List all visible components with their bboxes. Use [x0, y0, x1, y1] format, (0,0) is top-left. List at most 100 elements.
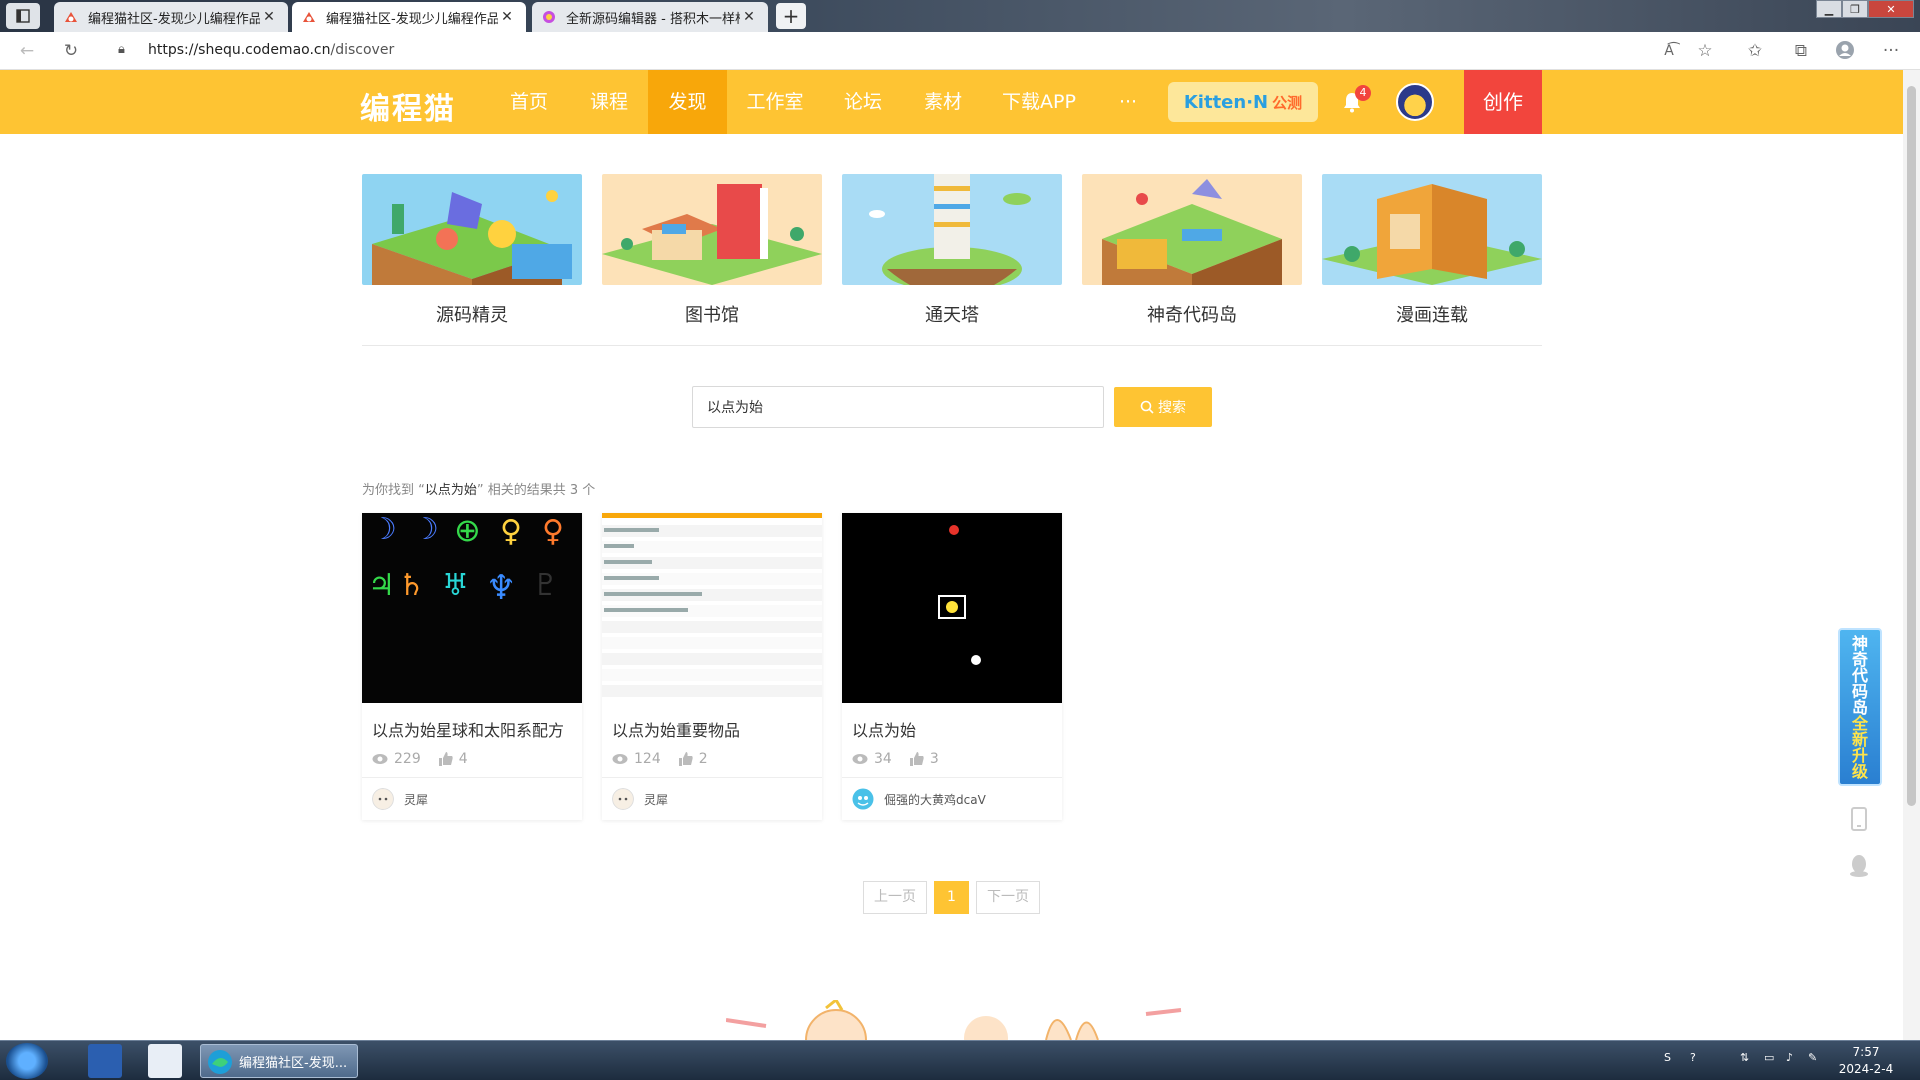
- start-button[interactable]: [6, 1043, 48, 1079]
- tablet-icon[interactable]: [1846, 806, 1872, 832]
- svg-text:♅: ♅: [442, 568, 469, 603]
- kitten-beta-badge: 公测: [1272, 93, 1303, 112]
- notification-badge: 4: [1355, 85, 1371, 101]
- code-island-upgrade-banner[interactable]: 神奇代码岛全新升级: [1838, 628, 1882, 786]
- work-title[interactable]: 以点为始: [842, 703, 1062, 741]
- next-page-button[interactable]: 下一页: [976, 881, 1040, 914]
- close-window-button[interactable]: ✕: [1868, 0, 1914, 18]
- taskbar-edge-window[interactable]: 编程猫社区-发现...: [200, 1044, 358, 1078]
- work-author[interactable]: 灵犀: [602, 777, 822, 820]
- author-name: 灵犀: [404, 792, 429, 807]
- banner-text-b: 全新升级: [1849, 715, 1868, 779]
- page-1-button[interactable]: 1: [934, 881, 969, 914]
- nav-discover[interactable]: 发现: [648, 70, 727, 134]
- settings-more-icon[interactable]: ···: [1880, 40, 1902, 62]
- feature-label: 通天塔: [925, 305, 979, 326]
- nav-forum[interactable]: 论坛: [834, 70, 892, 134]
- browser-tab-3[interactable]: 全新源码编辑器 - 搭积木一样构 ✕: [532, 2, 768, 32]
- read-aloud-icon[interactable]: A͡: [1658, 40, 1680, 62]
- work-stats: 124 2: [602, 741, 822, 769]
- codemao-favicon-icon: [303, 12, 315, 22]
- svg-text:☽: ☽: [370, 513, 397, 547]
- hbuilder-icon[interactable]: [148, 1044, 182, 1078]
- feature-card-source-sprite[interactable]: 源码精灵: [362, 174, 582, 327]
- work-card[interactable]: 以点为始重要物品 124 2 灵犀: [602, 513, 822, 820]
- help-icon[interactable]: ?: [1690, 1051, 1696, 1064]
- eye-icon: [612, 754, 628, 764]
- user-avatar[interactable]: [1396, 83, 1434, 121]
- display-icon[interactable]: ▭: [1764, 1051, 1774, 1064]
- taskbar-clock[interactable]: 7:57 2024-2-4: [1836, 1044, 1896, 1078]
- close-tab-icon[interactable]: ✕: [260, 9, 278, 25]
- nav-more[interactable]: ···: [1108, 70, 1148, 134]
- nav-courses[interactable]: 课程: [580, 70, 638, 134]
- work-title[interactable]: 以点为始重要物品: [602, 703, 822, 741]
- search-button-label: 搜索: [1158, 400, 1186, 416]
- feature-image-comics: [1322, 174, 1542, 285]
- site-logo[interactable]: 编程猫: [360, 84, 456, 128]
- svg-text:♀: ♀: [542, 514, 564, 549]
- feature-image-babel-tower: [842, 174, 1062, 285]
- profile-icon[interactable]: [1834, 40, 1856, 62]
- result-suffix: ” 相关的结果共 3 个: [476, 483, 596, 498]
- view-count: 34: [874, 751, 892, 767]
- feature-card-code-island[interactable]: 神奇代码岛: [1082, 174, 1302, 327]
- result-keyword: 以点为始: [424, 483, 477, 498]
- qq-icon[interactable]: [1846, 852, 1872, 878]
- close-tab-icon[interactable]: ✕: [498, 9, 516, 25]
- nav-download-app[interactable]: 下载APP: [996, 70, 1082, 134]
- nav-assets[interactable]: 素材: [914, 70, 972, 134]
- close-tab-icon[interactable]: ✕: [740, 9, 758, 25]
- site-header: 编程猫 首页 课程 发现 工作室 论坛 素材 下载APP ··· Kitten·…: [0, 70, 1903, 134]
- search-icon: [1140, 400, 1154, 414]
- nav-studio[interactable]: 工作室: [742, 70, 808, 134]
- author-name: 灵犀: [644, 792, 669, 807]
- refresh-icon[interactable]: ↻: [60, 40, 82, 62]
- url-field[interactable]: https://shequ.codemao.cn/discover: [148, 42, 394, 58]
- tab-actions-icon[interactable]: [6, 3, 40, 29]
- work-title[interactable]: 以点为始星球和太阳系配方: [362, 703, 582, 741]
- author-name: 倔强的大黄鸡dcaV: [884, 792, 986, 807]
- address-bar: ← ↻ 🔒︎ https://shequ.codemao.cn/discover…: [0, 32, 1920, 70]
- clock-date: 2024-2-4: [1838, 1062, 1894, 1076]
- ime-icon[interactable]: S: [1664, 1051, 1671, 1064]
- work-cover[interactable]: [842, 513, 1062, 703]
- new-tab-button[interactable]: +: [776, 3, 806, 29]
- collections-icon[interactable]: ⧉: [1790, 40, 1812, 62]
- network-icon[interactable]: ⇅: [1740, 1051, 1749, 1064]
- editor-favicon-icon: [543, 11, 555, 23]
- back-icon[interactable]: ←: [16, 40, 38, 62]
- search-button[interactable]: 搜索: [1114, 387, 1212, 427]
- browser-tab-1[interactable]: 编程猫社区-发现少儿编程作品 ✕: [54, 2, 288, 32]
- browser-tab-bar: 编程猫社区-发现少儿编程作品 ✕ 编程猫社区-发现少儿编程作品 ✕ 全新源码编辑…: [0, 0, 1920, 32]
- feature-card-library[interactable]: 图书馆: [602, 174, 822, 327]
- prev-page-button[interactable]: 上一页: [863, 881, 927, 914]
- nav-home[interactable]: 首页: [500, 70, 558, 134]
- work-cover[interactable]: ☽ ☽ ⊕ ♀ ♀ ♃ ♄ ♅ ♆ ♇: [362, 513, 582, 703]
- feature-card-comics[interactable]: 漫画连载: [1322, 174, 1542, 327]
- feature-card-babel-tower[interactable]: 通天塔: [842, 174, 1062, 327]
- input-tool-icon[interactable]: ✎: [1808, 1051, 1817, 1064]
- word-icon[interactable]: [88, 1044, 122, 1078]
- add-favorite-icon[interactable]: ☆: [1694, 40, 1716, 62]
- minimize-button[interactable]: ▁: [1816, 0, 1842, 18]
- thumbs-up-icon: [909, 752, 924, 766]
- browser-tab-2[interactable]: 编程猫社区-发现少儿编程作品 ✕: [292, 2, 526, 32]
- kitten-n-link[interactable]: Kitten·N 公测: [1168, 82, 1318, 122]
- work-author[interactable]: 倔强的大黄鸡dcaV: [842, 777, 1062, 820]
- scrollbar-thumb[interactable]: [1907, 86, 1916, 806]
- page-scrollbar[interactable]: [1903, 70, 1920, 1040]
- maximize-button[interactable]: ❐: [1842, 0, 1868, 18]
- favorites-icon[interactable]: ✩: [1744, 40, 1766, 62]
- work-cover[interactable]: [602, 513, 822, 703]
- feature-image-source-sprite: [362, 174, 582, 285]
- lock-icon[interactable]: 🔒︎: [118, 42, 125, 57]
- work-card[interactable]: 以点为始 34 3 倔强的大黄鸡dcaV: [842, 513, 1062, 820]
- volume-icon[interactable]: ♪: [1786, 1051, 1793, 1064]
- work-author[interactable]: 灵犀: [362, 777, 582, 820]
- tab-title: 编程猫社区-发现少儿编程作品: [326, 11, 498, 27]
- search-input[interactable]: [692, 386, 1104, 428]
- svg-text:♄: ♄: [398, 568, 425, 603]
- create-button[interactable]: 创作: [1464, 70, 1542, 134]
- work-card[interactable]: ☽ ☽ ⊕ ♀ ♀ ♃ ♄ ♅ ♆ ♇ 以点为始星球和太阳系配方 229 4 灵…: [362, 513, 582, 820]
